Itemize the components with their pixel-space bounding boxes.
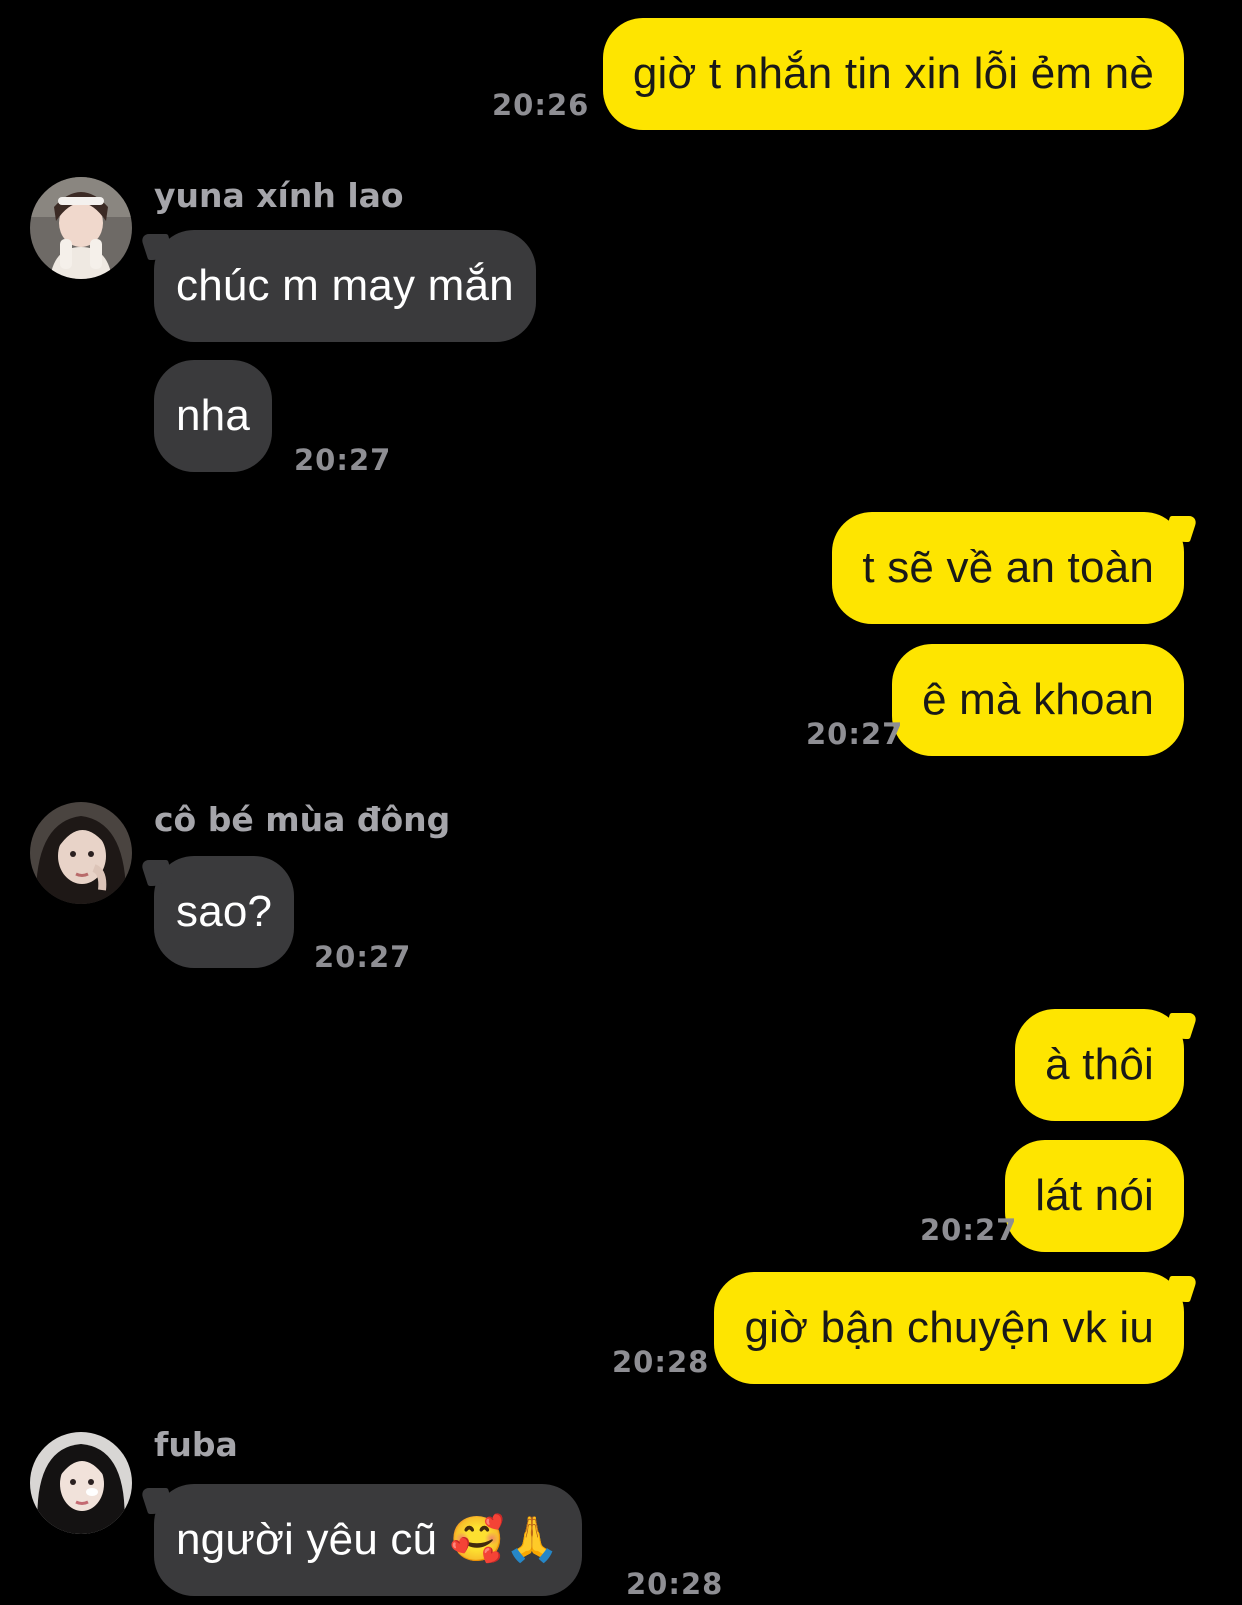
message-time: 20:28 xyxy=(626,1567,724,1601)
outgoing-message[interactable]: lát nói xyxy=(1005,1140,1184,1252)
sender-avatar[interactable] xyxy=(30,177,132,279)
outgoing-message[interactable]: giờ bận chuyện vk iu xyxy=(714,1272,1184,1384)
message-time: 20:27 xyxy=(294,443,392,477)
incoming-message[interactable]: người yêu cũ 🥰🙏 xyxy=(154,1484,582,1596)
message-text: người yêu cũ xyxy=(176,1515,438,1564)
message-time: 20:27 xyxy=(806,717,904,751)
sender-avatar[interactable] xyxy=(30,802,132,904)
message-time: 20:26 xyxy=(492,88,590,122)
sender-name: fuba xyxy=(154,1425,238,1464)
avatar-yuna-icon xyxy=(30,177,132,279)
emoji-smiling-hearts-praying-hands-icon: 🥰🙏 xyxy=(449,1515,560,1564)
message-time: 20:27 xyxy=(314,940,412,974)
sender-name: cô bé mùa đông xyxy=(154,800,451,839)
avatar-fuba-icon xyxy=(30,1432,132,1534)
message-time: 20:28 xyxy=(612,1345,710,1379)
incoming-message[interactable]: sao? xyxy=(154,856,295,968)
avatar-co-be-mua-dong-icon xyxy=(30,802,132,904)
incoming-message[interactable]: nha xyxy=(154,360,273,472)
incoming-message[interactable]: chúc m may mắn xyxy=(154,230,536,342)
sender-name: yuna xính lao xyxy=(154,176,404,215)
message-time: 20:27 xyxy=(920,1213,1018,1247)
outgoing-message[interactable]: giờ t nhắn tin xin lỗi ẻm nè xyxy=(602,18,1184,130)
outgoing-message[interactable]: à thôi xyxy=(1015,1009,1184,1121)
sender-avatar[interactable] xyxy=(30,1432,132,1534)
outgoing-message[interactable]: t sẽ về an toàn xyxy=(832,512,1184,624)
outgoing-message[interactable]: ê mà khoan xyxy=(892,644,1184,756)
